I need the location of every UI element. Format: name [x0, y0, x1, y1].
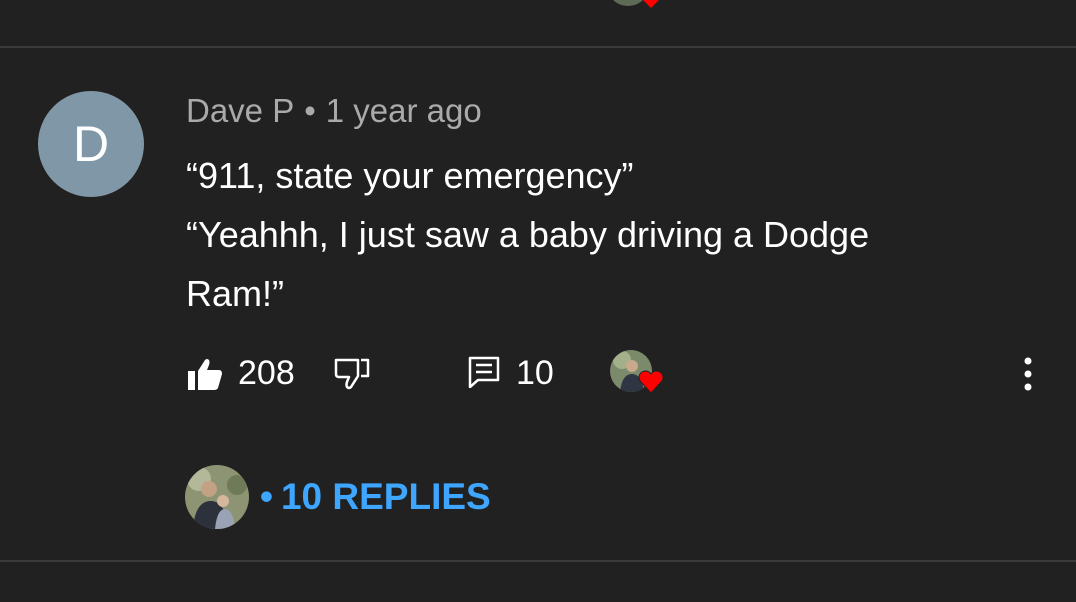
author-name[interactable]: Dave P	[186, 92, 294, 129]
previous-comment	[0, 0, 1076, 46]
comment-actions: 208 10	[0, 348, 1076, 398]
reply-button[interactable]	[468, 356, 500, 389]
meta-separator: •	[304, 92, 316, 129]
like-button[interactable]	[188, 358, 222, 390]
comment-line: Ram!”	[186, 273, 284, 314]
thumbs-up-icon	[188, 359, 222, 390]
comment-text: “911, state your emergency” “Yeahhh, I j…	[186, 146, 1006, 323]
heart-icon	[638, 370, 664, 394]
comment-line: “911, state your emergency”	[186, 155, 634, 196]
replies-link[interactable]: • 10 REPLIES	[260, 476, 491, 518]
comment-icon	[468, 356, 500, 389]
thumbs-down-icon	[334, 358, 370, 390]
more-options-button[interactable]	[1016, 354, 1040, 394]
avatar-initial: D	[72, 116, 110, 172]
heart-icon	[638, 0, 664, 8]
comment-time[interactable]: 1 year ago	[326, 92, 482, 129]
view-replies-button[interactable]: • 10 REPLIES	[0, 462, 1076, 532]
more-vertical-icon	[1024, 357, 1032, 391]
comment-meta: Dave P • 1 year ago	[186, 92, 482, 130]
comment-item: D Dave P • 1 year ago “911, state your eme…	[0, 48, 1076, 560]
avatar	[185, 465, 249, 529]
creator-heart-badge	[608, 350, 664, 398]
reply-count: 10	[516, 354, 554, 392]
dislike-button[interactable]	[334, 358, 370, 390]
like-count: 208	[238, 354, 295, 392]
avatar[interactable]: D	[38, 91, 144, 197]
comment-line: “Yeahhh, I just saw a baby driving a Dod…	[186, 214, 870, 255]
replies-label: 10 REPLIES	[280, 476, 491, 517]
divider	[0, 560, 1076, 562]
replies-separator: •	[260, 476, 273, 517]
